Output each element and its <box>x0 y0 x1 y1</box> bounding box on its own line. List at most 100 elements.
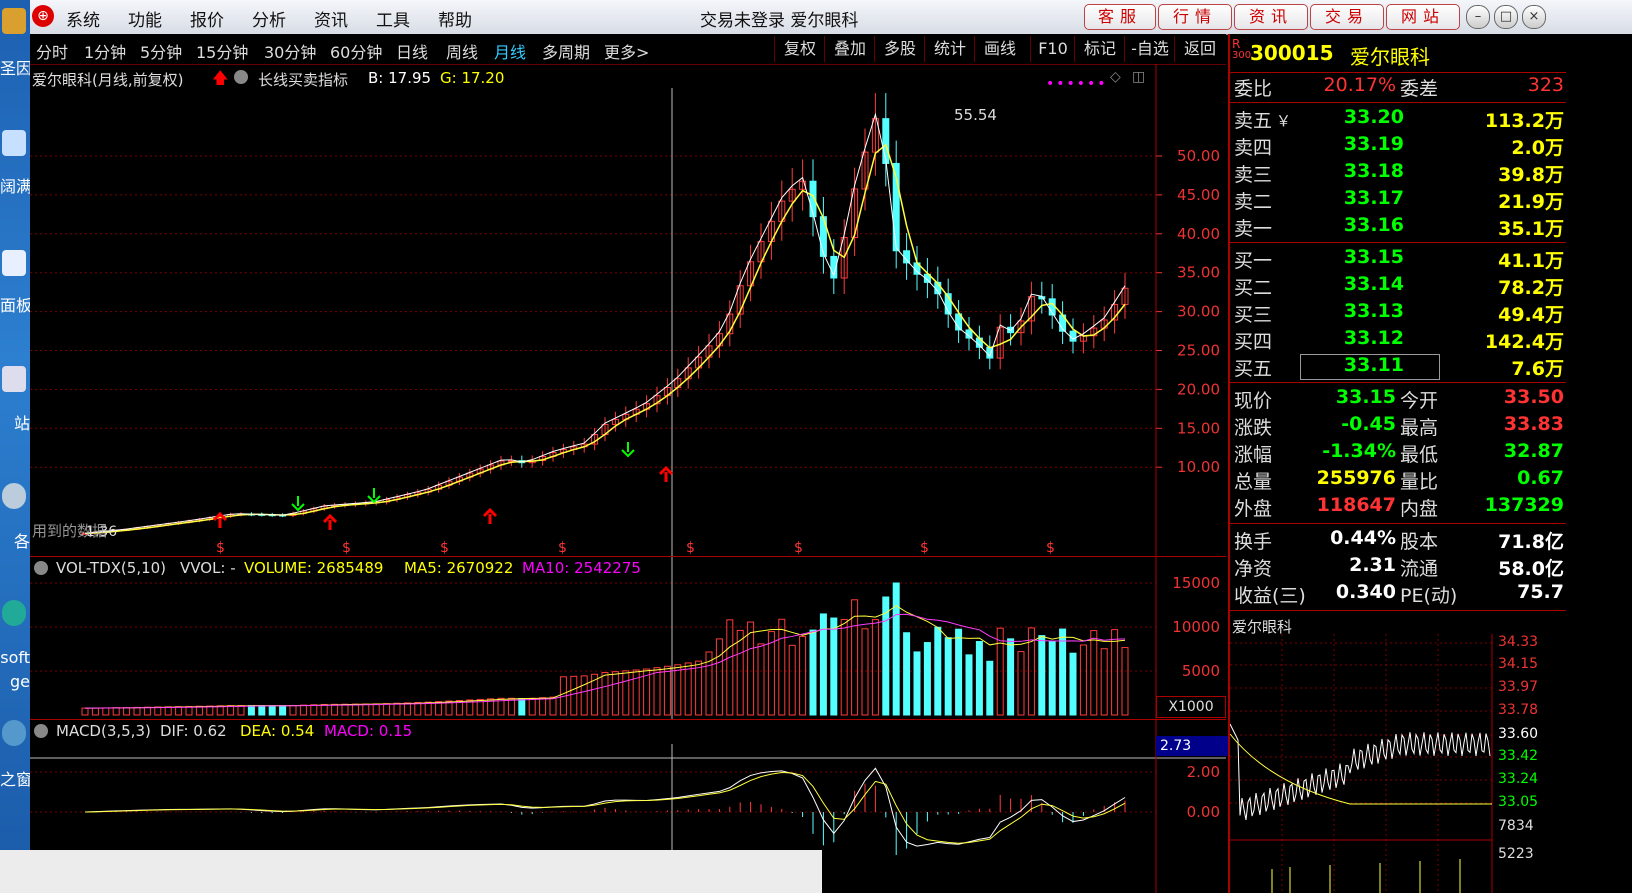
stat-value: 0.340 <box>1335 581 1396 603</box>
period-tab[interactable]: 月线 <box>494 39 526 63</box>
maximize-icon[interactable]: □ <box>1494 5 1518 29</box>
y-tick-label: 5000 <box>1182 662 1220 680</box>
toolbar-action-button[interactable]: 复权 <box>774 36 825 62</box>
toolbar-action-button[interactable]: 多股 <box>874 36 925 62</box>
period-tab[interactable]: 60分钟 <box>330 39 382 63</box>
toolbar-action-button[interactable]: -自选 <box>1124 36 1175 62</box>
volume-bar <box>1100 648 1108 716</box>
kline-panel[interactable]: 爱尔眼科(月线,前复权) 🡅 长线买卖指标 B: 17.95 G: 17.20 … <box>30 64 1226 557</box>
market-button[interactable]: 行情 <box>1158 4 1232 30</box>
stat-value: 33.83 <box>1503 413 1564 435</box>
volume-bar <box>247 705 255 716</box>
order-price: 33.19 <box>1343 133 1404 155</box>
volume-bar <box>570 675 578 716</box>
desktop-label: 圣因 <box>0 59 30 78</box>
menu-system[interactable]: 系统 <box>66 6 100 31</box>
buy-arrow-icon <box>658 465 674 482</box>
stat-label: 最低 <box>1400 444 1439 466</box>
weicha-value: 323 <box>1527 74 1564 96</box>
order-volume: 35.1万 <box>1498 218 1564 240</box>
order-volume: 113.2万 <box>1484 110 1564 132</box>
quote-stat-row: 总量 255976 量比 0.67 <box>1230 467 1566 493</box>
website-button[interactable]: 网站 <box>1386 4 1460 30</box>
volume-bar <box>237 705 245 716</box>
window-app-icon[interactable] <box>2 720 26 746</box>
minimize-icon[interactable]: – <box>1466 5 1490 29</box>
volume-bar <box>1038 635 1046 716</box>
customer-service-button[interactable]: 客服 <box>1084 4 1156 30</box>
desktop-computer-icon[interactable] <box>2 130 26 156</box>
volume-bar <box>726 619 734 716</box>
desktop-label: 阔满 <box>0 177 30 196</box>
recycle-bin-icon[interactable] <box>2 366 26 392</box>
toolbar-action-button[interactable]: 标记 <box>1074 36 1125 62</box>
period-tab[interactable]: 日线 <box>396 39 428 63</box>
order-price: 33.20 <box>1343 106 1404 128</box>
volume-bar <box>279 705 287 716</box>
menu-analysis[interactable]: 分析 <box>252 6 286 31</box>
volume-bar <box>289 704 297 716</box>
menu-help[interactable]: 帮助 <box>438 6 472 31</box>
stat-label: 总量 <box>1234 471 1273 493</box>
volume-bar <box>1111 629 1119 716</box>
volume-bar <box>518 698 526 716</box>
toolbar-action-button[interactable]: F10 <box>1030 36 1075 62</box>
period-tab[interactable]: 更多> <box>604 39 649 63</box>
app-logo-icon[interactable]: ⊕ <box>32 5 54 27</box>
desktop-app-icon[interactable] <box>2 8 26 34</box>
volume-bar <box>1121 647 1129 716</box>
period-tab[interactable]: 周线 <box>446 39 478 63</box>
menu-quote[interactable]: 报价 <box>190 6 224 31</box>
menu-tools[interactable]: 工具 <box>376 6 410 31</box>
dividend-marker: $ <box>1046 540 1055 556</box>
volume-bar <box>611 671 619 716</box>
volume-bar <box>601 672 609 716</box>
menu-news[interactable]: 资讯 <box>314 6 348 31</box>
volume-bar <box>102 707 110 716</box>
volume-bar <box>81 707 89 716</box>
dividend-marker: $ <box>920 540 929 556</box>
volume-bar <box>809 629 817 716</box>
stat-label: 股本 <box>1400 531 1439 553</box>
order-level-label: 卖二 <box>1234 191 1273 213</box>
order-volume: 2.0万 <box>1511 137 1564 159</box>
quote-stat-row: 现价 33.15 今开 33.50 <box>1230 386 1566 412</box>
volume-bar <box>975 641 983 716</box>
close-icon[interactable]: × <box>1522 5 1546 29</box>
volume-bar <box>299 704 307 716</box>
trade-button[interactable]: 交易 <box>1310 4 1384 30</box>
edge-browser-icon[interactable] <box>2 600 26 626</box>
news-button[interactable]: 资讯 <box>1234 4 1308 30</box>
volume-bar <box>341 703 349 716</box>
toolbar-action-button[interactable]: 画线 <box>974 36 1025 62</box>
volume-bar <box>154 706 162 716</box>
period-tab[interactable]: 1分钟 <box>84 39 126 63</box>
volume-bar <box>851 599 859 716</box>
period-tab[interactable]: 5分钟 <box>140 39 182 63</box>
stat-value: 33.50 <box>1503 386 1564 408</box>
period-tab[interactable]: 多周期 <box>542 39 590 63</box>
volume-bar <box>903 632 911 716</box>
y-tick-label: 15000 <box>1172 574 1220 592</box>
period-tab[interactable]: 15分钟 <box>196 39 248 63</box>
toolbar-action-button[interactable]: 叠加 <box>824 36 875 62</box>
volume-panel[interactable]: VOL-TDX(5,10) VVOL: - VOLUME: 2685489 MA… <box>30 557 1226 720</box>
period-tab[interactable]: 分时 <box>36 39 68 63</box>
network-icon[interactable] <box>2 483 26 509</box>
y-tick-label: 15.00 <box>1177 419 1220 437</box>
volume-canvas[interactable]: 15000 10000 5000 <box>30 557 1226 719</box>
kline-canvas[interactable]: 50.00 45.00 40.00 35.00 30.00 25.00 20.00 15.00… <box>30 64 1226 556</box>
desktop-panel-icon[interactable] <box>2 250 26 276</box>
desktop-label: 之窗 <box>0 770 30 789</box>
menu-function[interactable]: 功能 <box>128 6 162 31</box>
order-book-row: 卖四 33.19 2.0万 <box>1230 133 1566 159</box>
toolbar-action-button[interactable]: 返回 <box>1174 36 1225 62</box>
order-price: 33.11 <box>1343 354 1404 376</box>
volume-bar <box>383 703 391 716</box>
order-volume: 7.6万 <box>1511 358 1564 380</box>
menu-bar: ⊕ 系统 功能 报价 分析 资讯 工具 帮助 交易未登录 爱尔眼科 客服 行情 … <box>30 0 1632 35</box>
period-tab[interactable]: 30分钟 <box>264 39 316 63</box>
price-line <box>1230 723 1491 821</box>
toolbar-action-button[interactable]: 统计 <box>924 36 975 62</box>
volume-bar <box>1059 628 1067 716</box>
